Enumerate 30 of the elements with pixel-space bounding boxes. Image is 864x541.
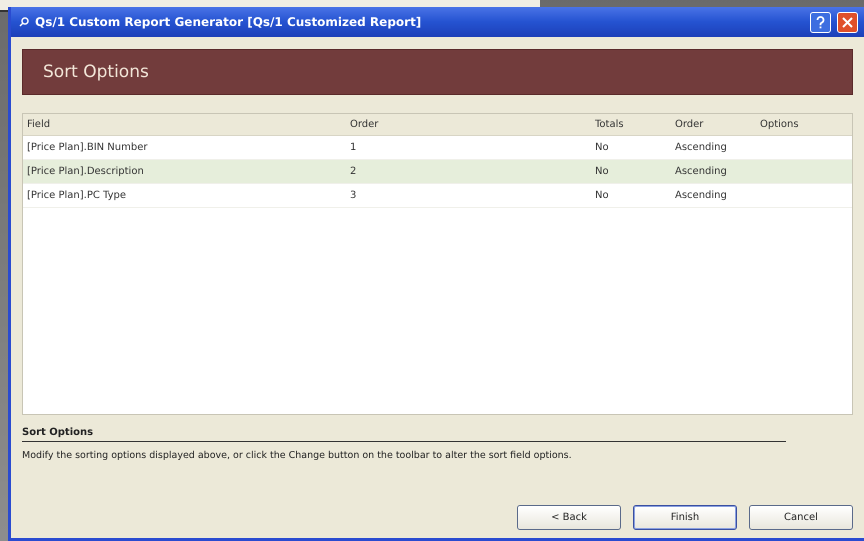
table-cell-text: [Price Plan].PC Type (26, 190, 127, 201)
table-cell-text: No (594, 142, 610, 153)
table-cell-text: 3 (349, 190, 358, 201)
question-mark-icon (816, 16, 825, 28)
table-cell-text: Ascending (674, 190, 728, 201)
banner-title: Sort Options (43, 62, 149, 82)
column-header[interactable]: Order (346, 119, 591, 130)
close-icon (842, 16, 853, 28)
dialog-button[interactable]: Finish (633, 505, 737, 530)
table-cell-text: No (594, 166, 610, 177)
column-header[interactable]: Totals (591, 119, 671, 130)
dialog-button[interactable]: Cancel (749, 505, 853, 530)
table-row[interactable]: [Price Plan].Description 2 No Ascending (23, 160, 852, 184)
help-title: Sort Options (22, 427, 94, 438)
column-header[interactable]: Options (756, 119, 852, 130)
help-text: Modify the sorting options displayed above, or click the Change button on the toolbar to alter the sort field options. (22, 450, 573, 461)
table-cell-text: [Price Plan].Description (26, 166, 145, 177)
window-title: Qs/1 Custom Report Generator [Qs/1 Customized Report] (35, 15, 422, 29)
search-icon (19, 17, 29, 27)
dialog-button[interactable]: < Back (517, 505, 621, 530)
column-header[interactable]: Order (671, 119, 756, 130)
help-button[interactable] (810, 12, 831, 32)
table-cell-text: 2 (349, 166, 358, 177)
table-cell-text: [Price Plan].BIN Number (26, 142, 148, 153)
close-button[interactable] (837, 12, 858, 32)
table-cell-text: Ascending (674, 142, 728, 153)
table-cell-text: No (594, 190, 610, 201)
column-header[interactable]: Field (23, 119, 346, 130)
table-cell-text: Ascending (674, 166, 728, 177)
table-cell-text: 1 (349, 142, 358, 153)
